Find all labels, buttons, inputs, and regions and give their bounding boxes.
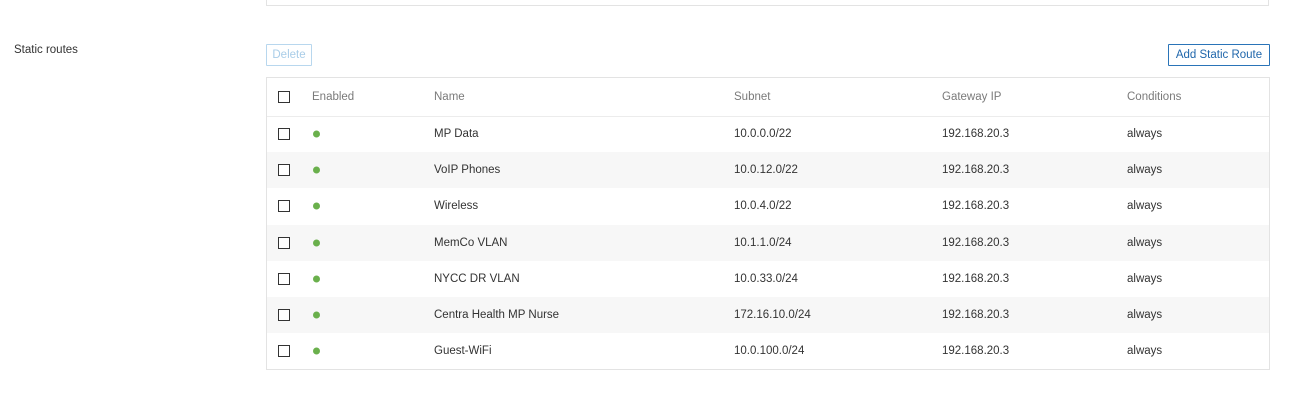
route-name: Guest-WiFi [434,345,492,358]
route-conditions: always [1127,200,1163,213]
route-subnet: 172.16.10.0/24 [734,309,811,321]
enabled-status [312,275,320,283]
table-row[interactable]: NYCC DR VLAN 10.0.33.0/24 192.168.20.3 alwa… [267,261,1269,297]
static-routes-page: Static routes Delete Add Static Route En… [0,0,1311,405]
add-static-route-button[interactable]: Add Static Route [1168,44,1270,66]
enabled-status [312,239,320,247]
enabled-status [312,166,320,174]
route-subnet: 10.0.4.0/22 [734,200,792,213]
column-header-conditions[interactable]: Conditions [1127,91,1181,103]
column-header-name[interactable]: Name [434,91,465,103]
table-row[interactable]: MemCo VLAN 10.1.1.0/24 192.168.20.3 always [267,224,1269,261]
route-subnet: 10.1.1.0/24 [734,236,792,249]
table-header-row: Enabled Name Subnet Gateway IP Condition… [267,78,1269,117]
enabled-status [312,311,320,319]
table-row[interactable]: Wireless 10.0.4.0/22 192.168.20.3 always [267,188,1269,224]
checkbox-box [278,345,290,358]
route-gateway-ip: 192.168.20.3 [942,345,1010,358]
route-conditions: always [1127,272,1163,285]
checkbox-box [278,91,290,103]
route-gateway-ip: 192.168.20.3 [942,272,1010,285]
route-name: Centra Health MP Nurse [434,309,560,321]
checkbox-box [278,272,290,285]
row-select-checkbox[interactable] [278,128,290,140]
route-name: MP Data [434,128,479,140]
route-conditions: always [1127,236,1163,249]
column-header-enabled[interactable]: Enabled [312,91,354,103]
enabled-dot-icon [313,347,320,355]
delete-button[interactable]: Delete [266,44,312,66]
row-select-checkbox[interactable] [278,272,290,285]
route-conditions: always [1127,345,1163,358]
route-gateway-ip: 192.168.20.3 [942,164,1010,177]
route-conditions: always [1127,128,1163,140]
checkbox-box [278,128,290,140]
route-name: Wireless [434,200,479,213]
previous-section-panel [266,0,1269,6]
enabled-dot-icon [313,311,320,319]
checkbox-box [278,200,290,213]
checkbox-box [278,164,290,177]
row-select-checkbox[interactable] [278,309,290,321]
route-subnet: 10.0.33.0/24 [734,272,798,285]
route-name: VoIP Phones [434,164,501,177]
column-header-gateway-ip[interactable]: Gateway IP [942,91,1001,103]
row-select-checkbox[interactable] [278,236,290,249]
row-select-checkbox[interactable] [278,345,290,358]
route-gateway-ip: 192.168.20.3 [942,236,1010,249]
enabled-dot-icon [313,166,320,174]
checkbox-box [278,309,290,321]
route-subnet: 10.0.12.0/22 [734,164,798,177]
row-select-checkbox[interactable] [278,200,290,213]
enabled-status [312,347,320,355]
enabled-status [312,202,320,210]
route-gateway-ip: 192.168.20.3 [942,128,1010,140]
select-all-checkbox[interactable] [278,91,290,103]
checkbox-box [278,236,290,249]
route-subnet: 10.0.100.0/24 [734,345,805,358]
table-row[interactable]: Guest-WiFi 10.0.100.0/24 192.168.20.3 alway… [267,333,1269,369]
enabled-status [312,130,320,138]
route-gateway-ip: 192.168.20.3 [942,309,1010,321]
table-row[interactable]: VoIP Phones 10.0.12.0/22 192.168.20.3 alway… [267,152,1269,189]
table-row[interactable]: MP Data 10.0.0.0/22 192.168.20.3 always [267,116,1269,152]
enabled-dot-icon [313,275,320,283]
table-row[interactable]: Centra Health MP Nurse 172.16.10.0/24 192.… [267,297,1269,333]
enabled-dot-icon [313,202,320,210]
route-name: MemCo VLAN [434,236,508,249]
static-routes-table: Enabled Name Subnet Gateway IP Condition… [266,77,1270,370]
section-label: Static routes [14,44,78,56]
route-gateway-ip: 192.168.20.3 [942,200,1010,213]
route-name: NYCC DR VLAN [434,272,520,285]
row-select-checkbox[interactable] [278,164,290,177]
enabled-dot-icon [313,239,320,247]
route-conditions: always [1127,309,1163,321]
route-conditions: always [1127,164,1163,177]
enabled-dot-icon [313,130,320,138]
column-header-subnet[interactable]: Subnet [734,91,770,103]
route-subnet: 10.0.0.0/22 [734,128,792,140]
